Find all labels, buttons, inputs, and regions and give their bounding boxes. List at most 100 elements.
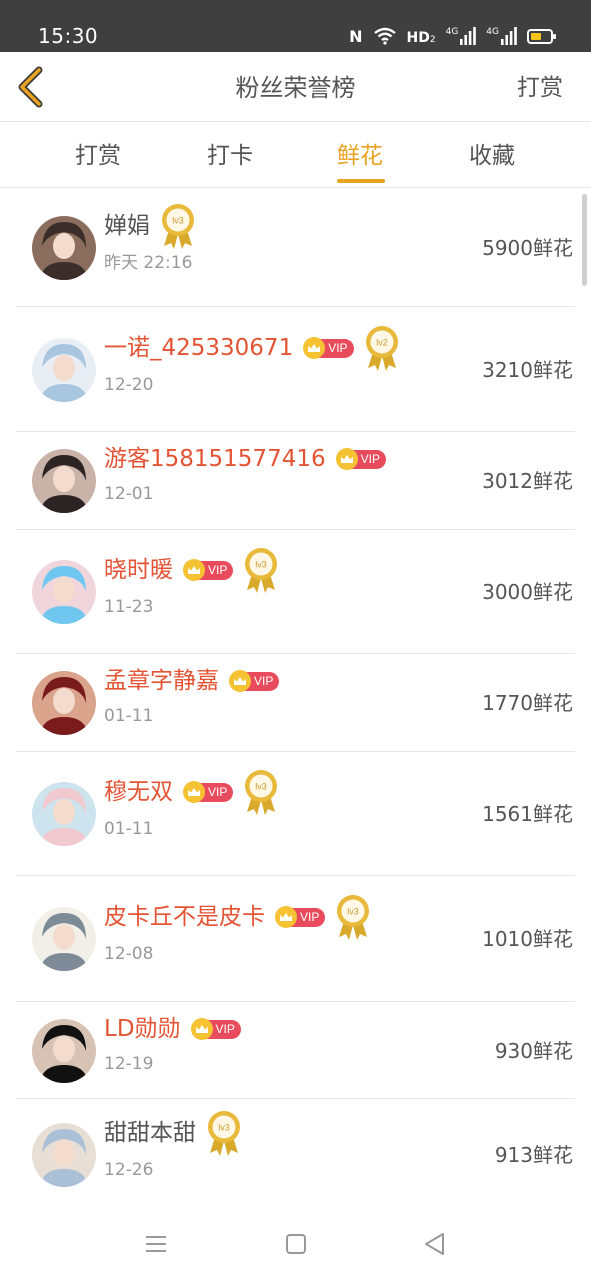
name-line: 孟章字静嘉 VIP	[104, 661, 465, 701]
level-medal-icon: lv3	[337, 895, 370, 940]
level-medal-icon: lv3	[162, 204, 194, 249]
medal-level-text: lv3	[256, 782, 268, 792]
name-line: 甜甜本甜 lv3	[104, 1111, 465, 1156]
tab-flowers[interactable]: 鲜花	[300, 140, 420, 172]
fan-row[interactable]: 一诺_425330671 VIP lv2 12-20 3210鲜花	[16, 307, 575, 432]
back-triangle-icon[interactable]	[421, 1230, 449, 1258]
medal-level-text: lv2	[376, 338, 388, 348]
flower-amount: 3210鲜花	[482, 358, 573, 382]
level-medal-icon: lv2	[365, 326, 398, 371]
vip-badge: VIP	[335, 448, 386, 470]
net2-text: 4G	[486, 27, 499, 37]
net1-text: 4G	[445, 27, 459, 37]
status-time: 15:30	[38, 24, 99, 48]
vip-badge: VIP	[229, 670, 280, 692]
fan-name[interactable]: 穆无双	[104, 777, 173, 807]
hd-indicator: HD2	[407, 27, 436, 46]
hd-sub: 2	[429, 34, 436, 45]
signal-2: 4G	[486, 27, 517, 45]
tab-bar: 打赏 打卡 鲜花 收藏	[0, 122, 591, 188]
fan-date: 01-11	[104, 706, 154, 726]
fan-info: 晓时暖 VIP lv3 11-23	[104, 548, 465, 618]
flower-amount: 1770鲜花	[482, 691, 573, 715]
fan-row[interactable]: 甜甜本甜 lv3 12-26 913鲜花	[16, 1099, 575, 1211]
nfc-icon: N	[349, 26, 363, 46]
avatar[interactable]	[32, 907, 96, 971]
tab-checkin[interactable]: 打卡	[170, 140, 290, 172]
flower-amount: 1561鲜花	[482, 802, 573, 826]
signal-1: 4G	[446, 27, 477, 45]
reward-button[interactable]: 打赏	[517, 72, 563, 104]
fan-row[interactable]: 晓时暖 VIP lv3 11-23 3000鲜花	[16, 530, 575, 654]
fan-date: 11-23	[104, 597, 154, 617]
tab-favorites[interactable]: 收藏	[432, 140, 552, 172]
flower-amount: 5900鲜花	[482, 236, 573, 260]
fan-name[interactable]: 游客158151577416	[104, 444, 326, 474]
flower-amount: 930鲜花	[494, 1039, 573, 1063]
medal-level-text: lv3	[172, 216, 184, 226]
status-bar: 15:30 N HD2 4G 4G	[0, 0, 591, 52]
fan-name[interactable]: 一诺_425330671	[104, 333, 293, 363]
fan-name[interactable]: 孟章字静嘉	[104, 666, 219, 696]
fan-info: 甜甜本甜 lv3 12-26	[104, 1111, 465, 1181]
avatar[interactable]	[32, 1019, 96, 1083]
page-title: 粉丝荣誉榜	[235, 74, 356, 102]
fan-name[interactable]: 晓时暖	[104, 555, 173, 585]
fan-info: 游客158151577416 VIP 12-01	[104, 439, 465, 505]
vip-badge: VIP	[190, 1018, 241, 1040]
scrollbar[interactable]	[582, 194, 587, 286]
level-medal-icon: lv3	[208, 1111, 240, 1156]
name-line: 婵娟 lv3	[104, 204, 465, 249]
menu-icon[interactable]	[142, 1230, 170, 1258]
fan-row[interactable]: 孟章字静嘉 VIP 01-11 1770鲜花	[16, 654, 575, 752]
fan-row[interactable]: 穆无双 VIP lv3 01-11 1561鲜花	[16, 752, 575, 876]
medal-level-text: lv3	[218, 1123, 230, 1133]
name-line: LD勋勋 VIP	[104, 1009, 465, 1049]
crown-icon	[183, 781, 205, 803]
avatar[interactable]	[32, 560, 96, 624]
medal-level-text: lv3	[256, 560, 268, 570]
signal-bars-icon	[460, 27, 477, 45]
medal-level-text: lv3	[348, 907, 360, 917]
crown-icon	[183, 559, 205, 581]
fan-date: 12-19	[104, 1054, 154, 1074]
flower-amount: 1010鲜花	[482, 927, 573, 951]
level-medal-icon: lv3	[245, 548, 278, 593]
app-header: 粉丝荣誉榜 打赏	[0, 52, 591, 122]
fan-row[interactable]: LD勋勋 VIP 12-19 930鲜花	[16, 1002, 575, 1099]
fan-row[interactable]: 皮卡丘不是皮卡 VIP lv3 12-08 1010鲜花	[16, 876, 575, 1002]
avatar[interactable]	[32, 216, 96, 280]
avatar[interactable]	[32, 1123, 96, 1187]
avatar[interactable]	[32, 671, 96, 735]
fan-row[interactable]: 游客158151577416 VIP 12-01 3012鲜花	[16, 432, 575, 530]
name-line: 穆无双 VIP lv3	[104, 770, 465, 815]
flower-amount: 913鲜花	[494, 1143, 573, 1167]
name-line: 晓时暖 VIP lv3	[104, 548, 465, 593]
name-line: 皮卡丘不是皮卡 VIP lv3	[104, 895, 465, 940]
avatar[interactable]	[32, 782, 96, 846]
fan-date: 12-20	[104, 375, 154, 395]
fan-info: 一诺_425330671 VIP lv2 12-20	[104, 326, 465, 396]
active-tab-indicator	[337, 179, 385, 183]
system-nav-bar	[0, 1210, 591, 1280]
fan-name[interactable]: 婵娟	[104, 211, 150, 241]
fan-name[interactable]: LD勋勋	[104, 1014, 181, 1044]
battery-level	[531, 32, 541, 40]
battery-icon	[527, 28, 556, 44]
wifi-icon	[373, 27, 396, 45]
avatar[interactable]	[32, 338, 96, 402]
level-medal-icon: lv3	[245, 770, 278, 815]
fan-date: 昨天 22:16	[104, 253, 193, 273]
fan-date: 12-26	[104, 1160, 154, 1180]
fan-name[interactable]: 甜甜本甜	[104, 1118, 196, 1148]
fan-date: 12-01	[104, 484, 154, 504]
name-line: 游客158151577416 VIP	[104, 439, 465, 479]
fan-name[interactable]: 皮卡丘不是皮卡	[104, 902, 265, 932]
tab-reward[interactable]: 打赏	[38, 140, 158, 172]
home-square-icon[interactable]	[282, 1230, 310, 1258]
avatar[interactable]	[32, 449, 96, 513]
crown-icon	[229, 670, 251, 692]
crown-icon	[275, 906, 297, 928]
vip-badge: VIP	[183, 559, 234, 581]
fan-row[interactable]: 婵娟 lv3 昨天 22:16 5900鲜花	[16, 189, 575, 307]
